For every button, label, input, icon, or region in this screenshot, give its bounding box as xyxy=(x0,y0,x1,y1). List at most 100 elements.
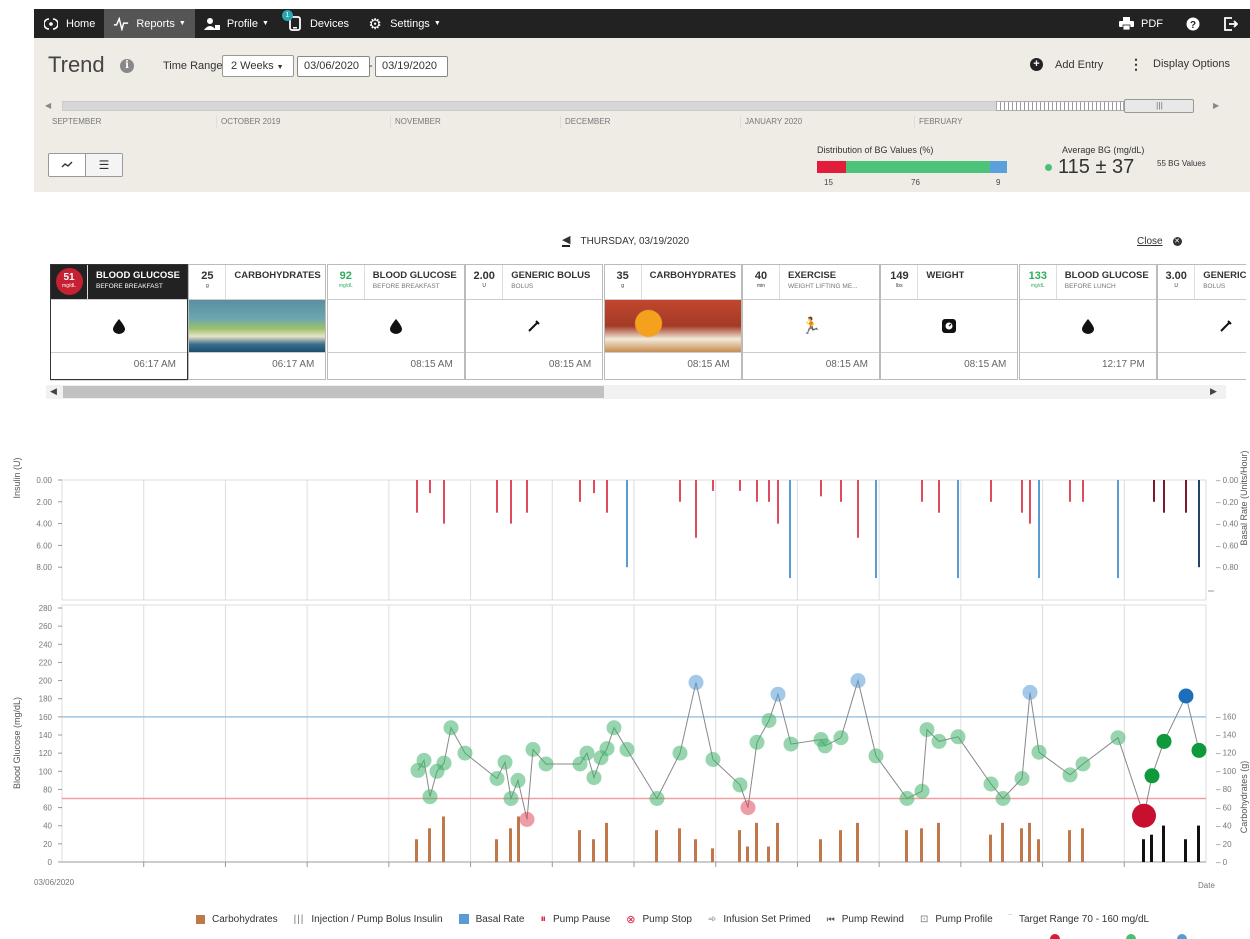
display-options-button[interactable]: ⋮ Display Options xyxy=(1129,55,1231,72)
scroll-right-arrow-icon[interactable]: ▶ xyxy=(1210,386,1217,397)
bg-point xyxy=(899,791,915,806)
legend-target[interactable]: ‾ Target Range 70 - 160 mg/dL xyxy=(1009,914,1149,925)
carb-tick-label: – 40 xyxy=(1216,822,1232,831)
display-options-label: Display Options xyxy=(1153,58,1231,70)
syringe-icon xyxy=(528,320,540,332)
nav-profile[interactable]: Profile ▼ xyxy=(195,9,278,38)
profile-icon: ⊡ xyxy=(920,913,929,925)
insulin-axis-label: Insulin (U) xyxy=(12,457,22,498)
scale-icon xyxy=(942,319,957,333)
bg-point xyxy=(1110,730,1126,746)
nav-settings[interactable]: ⚙ Settings ▼ xyxy=(358,9,450,38)
entry-time: 08:15 AM xyxy=(687,359,730,370)
entry-card[interactable]: 149 lbs WEIGHT 08:15 AM xyxy=(880,264,1019,380)
bg-tick-label: 180 xyxy=(39,695,53,704)
bg-tick-label: 20 xyxy=(43,840,52,849)
logout-button[interactable] xyxy=(1212,9,1250,38)
nav-devices[interactable]: 1 Devices xyxy=(278,9,358,38)
chevron-down-icon: ▼ xyxy=(276,64,284,71)
legend-carbohydrates[interactable]: Carbohydrates xyxy=(196,914,278,925)
previous-day-arrow-icon[interactable]: ◀ xyxy=(562,235,571,247)
entry-header: 133 mg/dL BLOOD GLUCOSE BEFORE LUNCH xyxy=(1019,265,1156,300)
kebab-menu-icon: ⋮ xyxy=(1129,55,1143,72)
carb-tick-label: – 100 xyxy=(1216,767,1237,776)
entry-card[interactable]: 35 g CARBOHYDRATES 08:15 AM xyxy=(603,264,742,380)
nav-reports[interactable]: Reports ▼ xyxy=(104,9,195,38)
graph-view-button[interactable] xyxy=(49,154,85,176)
view-toggle: ☰ xyxy=(48,153,123,177)
help-button[interactable]: ? xyxy=(1174,9,1212,38)
legend-rewind[interactable]: ⏮ Pump Rewind xyxy=(827,914,904,925)
chevron-down-icon: ▼ xyxy=(433,20,441,27)
entry-time: 08:15 AM xyxy=(825,359,868,370)
entry-icon-area xyxy=(604,300,741,353)
legend-injection[interactable]: ||| Injection / Pump Bolus Insulin xyxy=(294,914,443,925)
meal-photo[interactable] xyxy=(189,300,326,352)
entry-card[interactable]: 40 min EXERCISE WEIGHT LIFTING ME... 🏃 08:… xyxy=(742,264,880,380)
carb-bar xyxy=(711,848,714,862)
carb-bar xyxy=(1001,822,1004,862)
add-entry-button[interactable]: + Add Entry xyxy=(1030,58,1103,71)
list-view-button[interactable]: ☰ xyxy=(85,154,122,176)
entry-card[interactable]: 92 mg/dL BLOOD GLUCOSE BEFORE BREAKFAST 08… xyxy=(326,264,465,380)
meal-photo[interactable] xyxy=(604,300,741,352)
pdf-button[interactable]: PDF xyxy=(1107,9,1174,38)
entry-card[interactable]: 133 mg/dL BLOOD GLUCOSE BEFORE LUNCH 12:17… xyxy=(1018,264,1157,380)
bg-tick-label: 80 xyxy=(43,785,52,794)
entry-value: 25 g xyxy=(189,265,227,299)
timeline-slider[interactable]: ◀ | | | ▶ xyxy=(45,99,1220,113)
distribution-high-value: 9 xyxy=(996,178,1001,187)
high-dot-icon xyxy=(1177,934,1187,939)
entry-header: 40 min EXERCISE WEIGHT LIFTING ME... xyxy=(743,265,879,300)
nav-home[interactable]: Home xyxy=(34,9,104,38)
entries-scrollbar[interactable]: ◀ ▶ xyxy=(46,385,1226,399)
bg-point xyxy=(443,720,459,736)
month-label: NOVEMBER xyxy=(390,116,441,128)
timeline-right-arrow-icon[interactable]: ▶ xyxy=(1213,101,1219,110)
date-from-input[interactable]: 03/06/2020 xyxy=(297,56,370,77)
bg-point xyxy=(619,742,635,757)
runner-icon: 🏃 xyxy=(801,318,821,335)
insulin-tick-label: 2.00 xyxy=(36,498,52,507)
entry-card[interactable]: 2.00 U GENERIC BOLUS BOLUS 08:15 AM xyxy=(465,264,604,380)
entry-value: 40 min xyxy=(743,265,780,299)
low-dot-icon xyxy=(1050,934,1060,939)
syringe-icon xyxy=(1220,320,1232,332)
legend-basal[interactable]: Basal Rate xyxy=(458,914,525,925)
carb-bar xyxy=(415,839,418,862)
average-bg-label: Average BG (mg/dL) xyxy=(1062,145,1145,155)
timeline-thumb[interactable]: | | | xyxy=(1124,99,1194,113)
info-icon[interactable]: i xyxy=(120,59,134,73)
gear-icon: ⚙ xyxy=(368,15,382,33)
bg-tick-label: 60 xyxy=(43,804,52,813)
entry-card[interactable]: 3.00U GENERIC BOLUSBOLUS xyxy=(1157,264,1246,380)
scroll-left-arrow-icon[interactable]: ◀ xyxy=(50,386,57,397)
entry-card[interactable]: 25 g CARBOHYDRATES 06:17 AM xyxy=(188,264,327,380)
legend-pump-stop[interactable]: ⊗ Pump Stop xyxy=(626,913,692,926)
month-label: DECEMBER xyxy=(560,116,610,128)
bg-point xyxy=(599,741,615,757)
drop-icon xyxy=(113,318,125,334)
legend-pump-pause[interactable]: ⏸ Pump Pause xyxy=(541,913,611,926)
carb-axis-label: Carbohydrates (g) xyxy=(1239,761,1249,834)
home-logo-icon xyxy=(43,16,59,32)
carb-swatch-icon xyxy=(196,914,205,924)
time-range-label: Time Range xyxy=(163,60,223,72)
scrollbar-thumb[interactable] xyxy=(63,386,604,398)
date-to-input[interactable]: 03/19/2020 xyxy=(375,56,448,77)
entry-card[interactable]: 51 mg/dL BLOOD GLUCOSE BEFORE BREAKFAST 06… xyxy=(50,264,188,380)
carb-tick-label: – 80 xyxy=(1216,785,1232,794)
bg-point xyxy=(1144,768,1160,784)
bg-point xyxy=(914,783,930,799)
legend-infusion[interactable]: ➾ Infusion Set Primed xyxy=(708,914,811,925)
bg-point xyxy=(732,777,748,793)
list-icon: ☰ xyxy=(98,158,110,172)
close-day-button[interactable]: Close ✕ xyxy=(1137,236,1182,247)
legend-profile[interactable]: ⊡ Pump Profile xyxy=(920,914,993,925)
distribution-values: 15 76 9 xyxy=(817,178,1007,188)
time-range-select[interactable]: 2 Weeks ▼ xyxy=(222,55,294,77)
chevron-down-icon: ▼ xyxy=(262,20,269,27)
timeline-left-arrow-icon[interactable]: ◀ xyxy=(45,101,51,110)
bg-point xyxy=(770,686,786,702)
legend-label: Infusion Set Primed xyxy=(723,913,811,925)
